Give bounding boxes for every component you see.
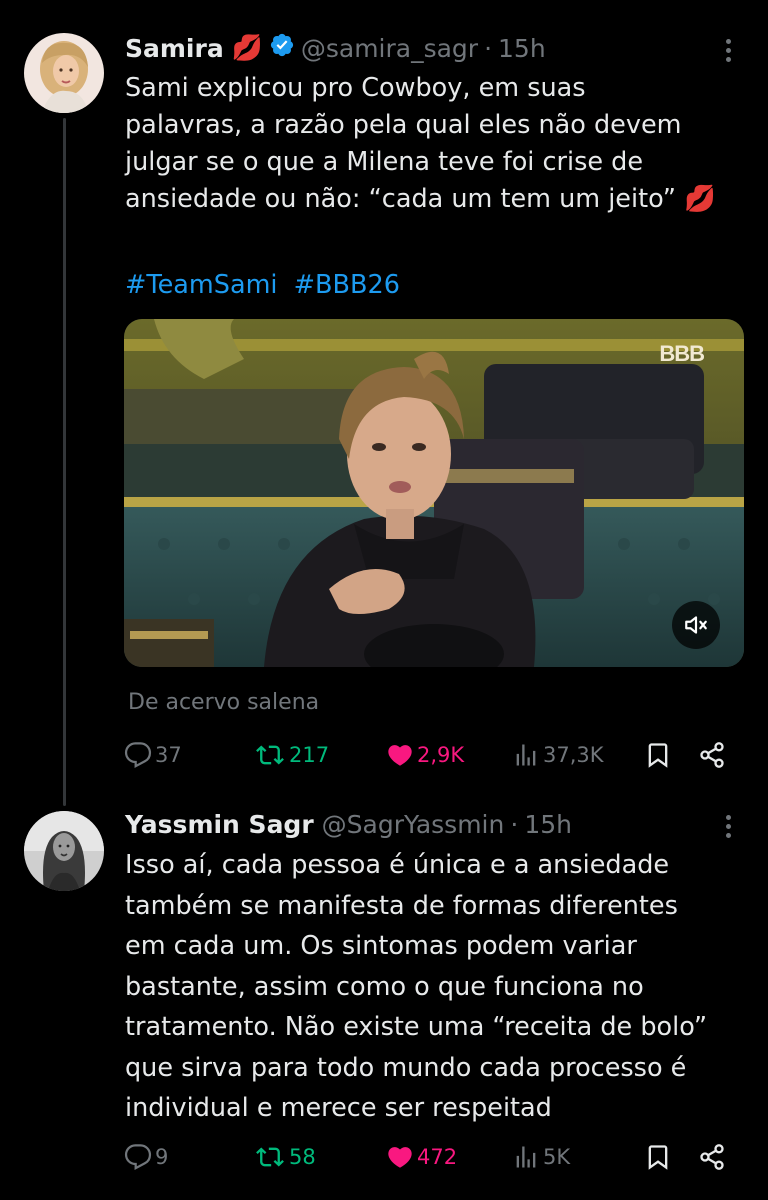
timestamp[interactable]: 15h (524, 810, 572, 839)
video-player[interactable]: BBB (124, 319, 744, 667)
heart-icon (388, 745, 412, 766)
tweet-header: Samira 💋 @samira_sagr · 15h (125, 30, 546, 66)
timestamp[interactable]: 15h (498, 34, 546, 63)
views-button[interactable]: 5K (512, 1137, 570, 1177)
like-count: 472 (417, 1145, 458, 1169)
tweet-actions: 37 217 2,9K 37,3K (124, 735, 744, 775)
views-button[interactable]: 37,3K (512, 735, 604, 775)
share-button[interactable] (698, 735, 726, 775)
author-handle[interactable]: @SagrYassmin (322, 810, 505, 839)
verified-badge-icon (269, 32, 295, 64)
like-count: 2,9K (417, 743, 465, 767)
hashtag-link[interactable]: #BBB26 (294, 270, 400, 300)
retweet-button[interactable]: 217 (254, 735, 329, 775)
avatar[interactable] (24, 811, 104, 891)
reply-button[interactable]: 9 (124, 1137, 168, 1177)
bbb-watermark: BBB (659, 341, 705, 366)
retweet-icon (256, 745, 284, 765)
separator-dot: · (484, 33, 493, 63)
retweet-count: 217 (289, 743, 330, 767)
video-frame (124, 319, 744, 667)
kiss-lips-emoji: 💋 (231, 33, 263, 62)
tweet-text: Isso aí, cada pessoa é única e a ansieda… (125, 850, 708, 1123)
share-icon (700, 742, 724, 768)
reply-icon (124, 742, 152, 769)
separator-dot: · (510, 809, 519, 839)
reply-count: 9 (155, 1145, 169, 1169)
bookmark-icon (648, 743, 668, 768)
avatar[interactable] (24, 33, 104, 113)
thread-connector-line (63, 118, 66, 806)
like-button[interactable]: 472 (386, 1137, 457, 1177)
reply-button[interactable]: 37 (124, 735, 182, 775)
retweet-count: 58 (289, 1145, 316, 1169)
author-handle[interactable]: @samira_sagr (301, 34, 478, 63)
tweet-text: Sami explicou pro Cowboy, em suas palavr… (125, 73, 716, 214)
bookmark-button[interactable] (644, 735, 672, 775)
tweet-header: Yassmin Sagr @SagrYassmin · 15h (125, 806, 572, 842)
bookmark-icon (648, 1145, 668, 1170)
hashtag-link[interactable]: #TeamSami (125, 270, 278, 300)
heart-icon (388, 1147, 412, 1168)
author-name[interactable]: Samira (125, 34, 224, 63)
reply-count: 37 (155, 743, 182, 767)
more-options-icon[interactable] (718, 35, 738, 65)
share-icon (700, 1144, 724, 1170)
media-source-label[interactable]: De acervo salena (128, 690, 319, 715)
retweet-icon (256, 1147, 284, 1167)
analytics-icon (516, 1146, 536, 1168)
share-button[interactable] (698, 1137, 726, 1177)
hashtags: #TeamSami #BBB26 (125, 270, 408, 300)
volume-muted-icon[interactable] (672, 601, 720, 649)
more-options-icon[interactable] (718, 811, 738, 841)
reply-icon (124, 1144, 152, 1171)
bookmark-button[interactable] (644, 1137, 672, 1177)
view-count: 37,3K (543, 743, 604, 767)
view-count: 5K (543, 1145, 571, 1169)
analytics-icon (516, 744, 536, 766)
tweet-actions: 9 58 472 5K (124, 1137, 744, 1177)
author-name[interactable]: Yassmin Sagr (125, 810, 314, 839)
like-button[interactable]: 2,9K (386, 735, 464, 775)
retweet-button[interactable]: 58 (254, 1137, 316, 1177)
